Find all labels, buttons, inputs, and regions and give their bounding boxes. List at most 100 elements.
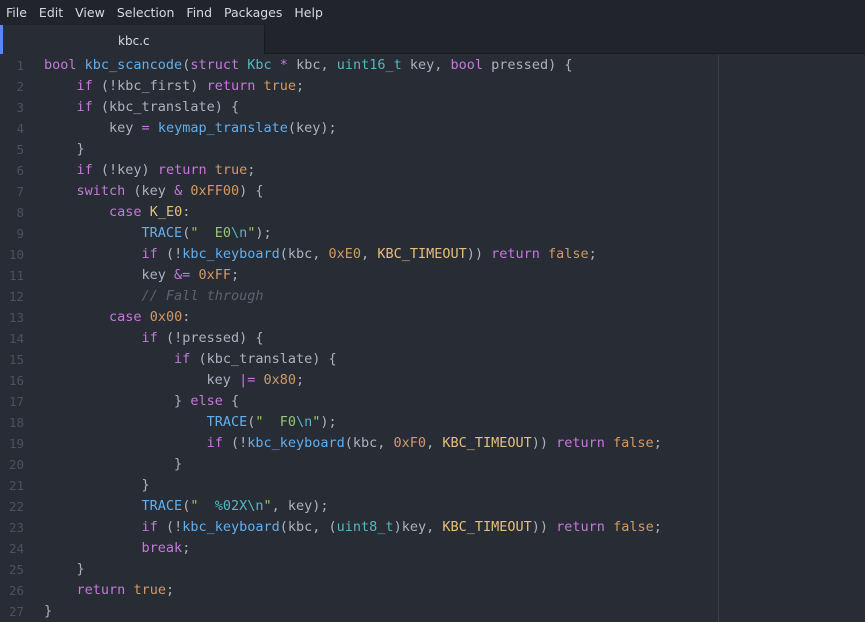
code-token: 0xFF bbox=[198, 267, 231, 283]
code-token: ; bbox=[165, 582, 175, 598]
code-token: TRACE bbox=[141, 225, 183, 241]
line-number: 1 bbox=[16, 58, 24, 73]
code-token: " E0 bbox=[190, 225, 231, 241]
code-token: key, bbox=[401, 57, 451, 73]
code-token: ; bbox=[247, 162, 256, 178]
code-token: case bbox=[109, 204, 142, 220]
code-token: 0x80 bbox=[263, 372, 296, 388]
code-editor[interactable]: 1 2 3 4 5 6 7 8 9 10 11 12 13 14 15 16 17 18 19 20 21 22 23 24 2… bbox=[0, 55, 865, 622]
code-token: } bbox=[44, 477, 150, 493]
menu-help[interactable]: Help bbox=[288, 0, 329, 25]
code-token: bool bbox=[44, 57, 77, 73]
code-line: if (!kbc_keyboard(kbc, 0xF0, KBC_TIMEOUT… bbox=[44, 433, 662, 454]
code-token: )) bbox=[531, 435, 557, 451]
code-line: } bbox=[44, 601, 52, 622]
code-token: ); bbox=[255, 225, 272, 241]
menu-find[interactable]: Find bbox=[180, 0, 218, 25]
code-token: false bbox=[613, 519, 654, 535]
code-token: (!kbc_first) bbox=[92, 78, 207, 94]
line-number: 24 bbox=[8, 541, 24, 556]
code-line: if (!pressed) { bbox=[44, 328, 264, 349]
code-token: return bbox=[157, 162, 207, 178]
code-line: key |= 0x80; bbox=[44, 370, 305, 391]
code-token: \n bbox=[230, 225, 248, 241]
code-line: } else { bbox=[44, 391, 239, 412]
code-line: if (!kbc_keyboard(kbc, (uint8_t)key, KBC… bbox=[44, 517, 662, 538]
code-token: } bbox=[44, 561, 85, 577]
code-line: } bbox=[44, 475, 150, 496]
menu-selection[interactable]: Selection bbox=[111, 0, 181, 25]
menu-edit[interactable]: Edit bbox=[33, 0, 69, 25]
line-number: 11 bbox=[8, 268, 24, 283]
line-number: 23 bbox=[8, 520, 24, 535]
code-token: )) bbox=[531, 519, 557, 535]
code-token: else bbox=[190, 393, 223, 409]
code-token: break bbox=[141, 540, 183, 556]
code-area[interactable]: bool kbc_scancode(struct Kbc * kbc, uint… bbox=[44, 55, 865, 622]
code-token: KBC_TIMEOUT bbox=[442, 435, 532, 451]
code-line: case K_E0: bbox=[44, 202, 190, 223]
code-token: true bbox=[133, 582, 166, 598]
code-line: if (!key) return true; bbox=[44, 160, 256, 181]
line-number: 19 bbox=[8, 436, 24, 451]
code-token: switch bbox=[76, 183, 126, 199]
code-token: (! bbox=[222, 435, 248, 451]
code-line: // Fall through bbox=[44, 286, 264, 307]
code-line: if (kbc_translate) { bbox=[44, 349, 337, 370]
code-token: " F0 bbox=[255, 414, 296, 430]
code-token: return bbox=[206, 78, 256, 94]
code-token: (!pressed) { bbox=[157, 330, 264, 346]
code-token: 0x00 bbox=[149, 309, 183, 325]
code-token: return bbox=[556, 435, 605, 451]
line-number: 9 bbox=[16, 226, 24, 241]
code-token: if bbox=[141, 519, 158, 535]
line-number: 2 bbox=[16, 79, 24, 94]
code-token: (kbc, ( bbox=[279, 519, 337, 535]
code-token: , key); bbox=[271, 498, 329, 514]
code-token: false bbox=[548, 246, 589, 262]
line-number: 8 bbox=[16, 205, 24, 220]
code-line: TRACE(" %02X\n", key); bbox=[44, 496, 329, 517]
code-token: if bbox=[76, 78, 93, 94]
code-token: , bbox=[426, 435, 443, 451]
code-token: * bbox=[279, 57, 288, 73]
menu-file[interactable]: File bbox=[6, 0, 33, 25]
code-token: TRACE bbox=[206, 414, 248, 430]
code-token: ; bbox=[296, 78, 305, 94]
code-line: case 0x00: bbox=[44, 307, 190, 328]
code-token: (kbc_translate) { bbox=[190, 351, 337, 367]
tab-kbc-c[interactable]: kbc.c bbox=[0, 25, 265, 54]
code-token: // Fall through bbox=[141, 288, 264, 304]
code-token: if bbox=[76, 162, 93, 178]
menu-packages[interactable]: Packages bbox=[218, 0, 288, 25]
line-number: 13 bbox=[8, 310, 24, 325]
code-token: true bbox=[214, 162, 248, 178]
code-token: { bbox=[222, 393, 240, 409]
code-token: ; bbox=[296, 372, 305, 388]
menu-view[interactable]: View bbox=[69, 0, 111, 25]
code-line: } bbox=[44, 139, 85, 160]
code-line: bool kbc_scancode(struct Kbc * kbc, uint… bbox=[44, 55, 572, 76]
code-token: true bbox=[263, 78, 297, 94]
code-token: ); bbox=[320, 414, 337, 430]
code-token: (kbc, bbox=[279, 246, 329, 262]
line-number: 4 bbox=[16, 121, 24, 136]
code-token: key bbox=[44, 120, 142, 136]
line-number: 18 bbox=[8, 415, 24, 430]
code-token: if bbox=[141, 246, 158, 262]
code-token: return bbox=[76, 582, 126, 598]
